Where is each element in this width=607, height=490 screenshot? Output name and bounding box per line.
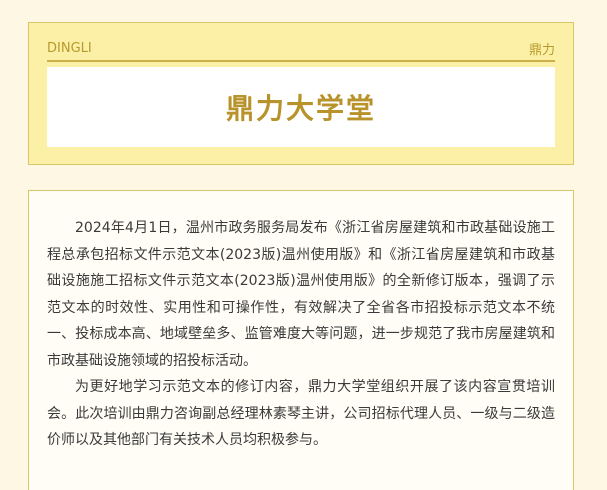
article-paragraph-2: 为更好地学习示范文本的修订内容，鼎力大学堂组织开展了该内容宣贯培训会。此次培训由… bbox=[47, 379, 555, 448]
article-paragraph-1: 2024年4月1日，温州市政务服务局发布《浙江省房屋建筑和市政基础设施工程总承包… bbox=[47, 220, 555, 369]
brand-right-text: 鼎力 bbox=[528, 42, 555, 58]
article-body: 2024年4月1日，温州市政务服务局发布《浙江省房屋建筑和市政基础设施工程总承包… bbox=[28, 190, 574, 490]
brand-left-text: DINGLI bbox=[47, 40, 92, 56]
header-divider bbox=[47, 60, 555, 62]
header-brand-row: DINGLI 鼎力 bbox=[47, 37, 555, 59]
title-box: 鼎力大学堂 bbox=[47, 67, 555, 147]
header-card: DINGLI 鼎力 鼎力大学堂 bbox=[28, 22, 574, 165]
page-title: 鼎力大学堂 bbox=[225, 92, 376, 125]
